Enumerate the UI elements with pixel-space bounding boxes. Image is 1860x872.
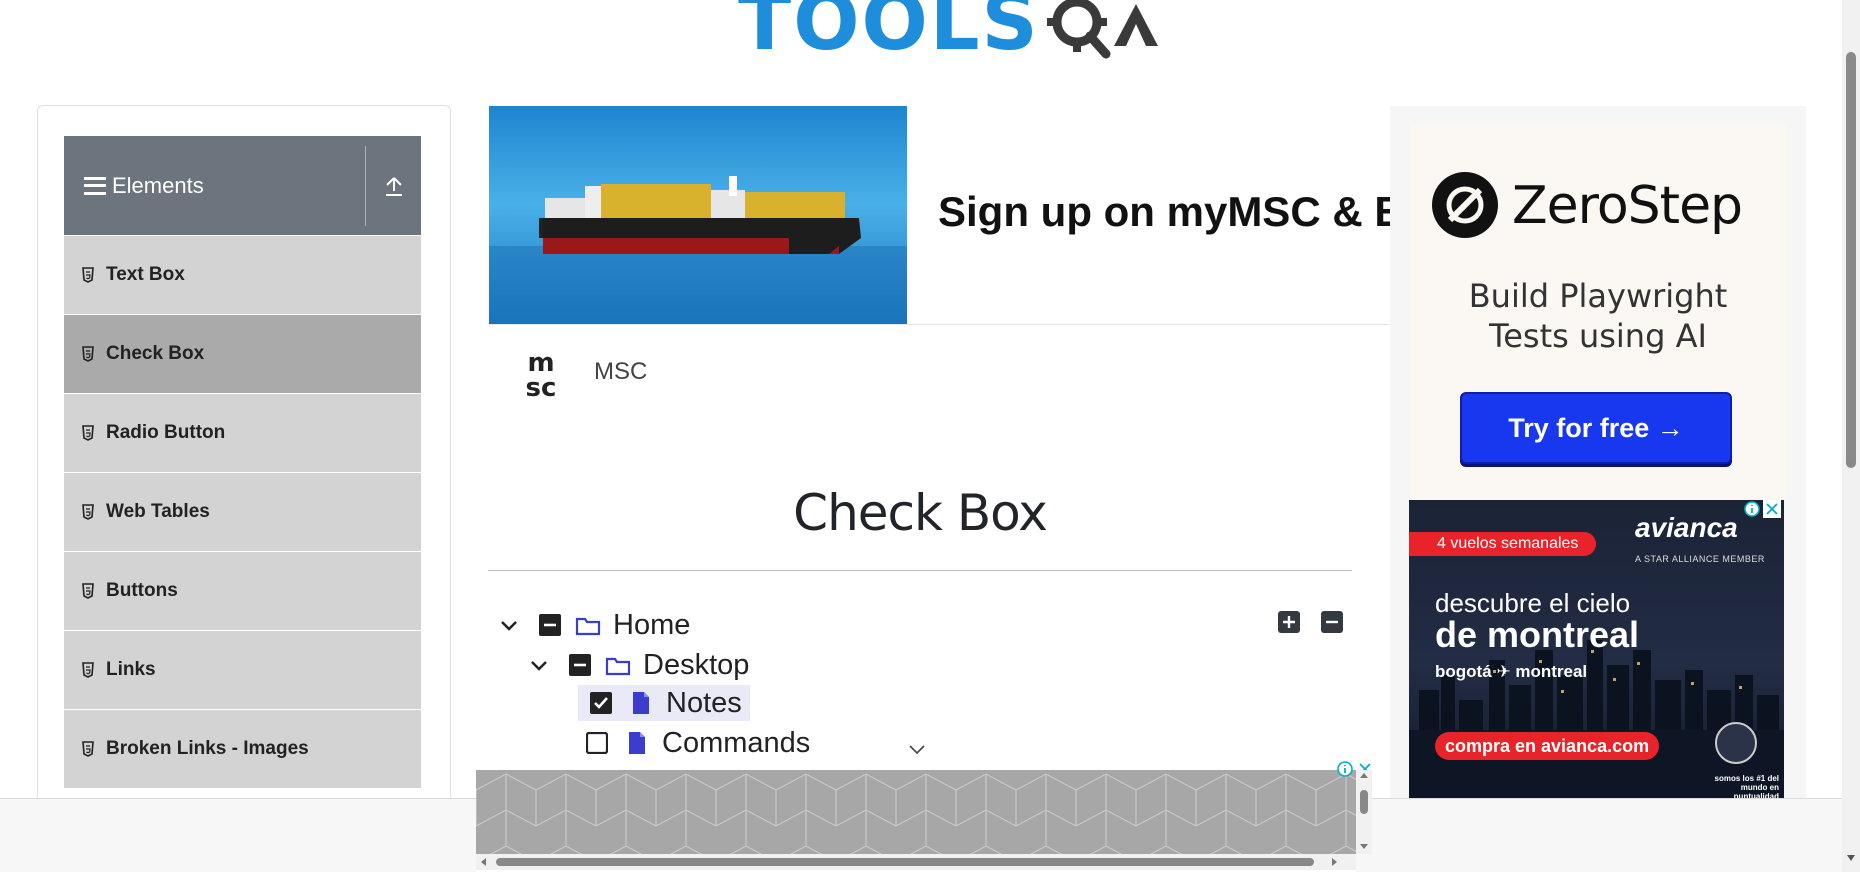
avianca-cta[interactable]: compra en avianca.com [1435, 732, 1660, 760]
sidebar-group-header[interactable]: Elements [64, 136, 421, 235]
html5-icon [82, 741, 94, 757]
sidebar-item-label: Broken Links - Images [106, 738, 309, 759]
gear-icon [1046, 0, 1111, 59]
checkbox-partial-icon[interactable] [539, 614, 561, 636]
checkbox-unchecked-icon[interactable] [586, 732, 608, 754]
collapse-group-button[interactable] [366, 175, 421, 197]
sidebar-item-label: Links [106, 659, 156, 680]
page-title: Check Box [793, 484, 1048, 542]
tree-node-home: Home [497, 607, 690, 643]
folder-icon [575, 617, 601, 636]
html5-icon [82, 583, 94, 599]
scroll-down-arrow-icon[interactable] [1845, 852, 1857, 864]
file-icon [633, 692, 649, 714]
award-seal-icon [1715, 722, 1757, 764]
logo-a-shape [1113, 4, 1158, 46]
plus-square-icon [1278, 611, 1300, 633]
msc-ad-headline[interactable]: Sign up on myMSC & B [938, 188, 1405, 236]
chevron-down-icon[interactable] [527, 653, 551, 677]
title-divider [488, 570, 1352, 571]
zerostep-tagline-line2: Tests using AI [1489, 317, 1707, 355]
tree-label-notes[interactable]: Notes [666, 687, 742, 720]
html5-icon [82, 504, 94, 520]
html5-icon [82, 662, 94, 678]
tree-node-notes: Notes [578, 685, 750, 721]
sidebar-group-title: Elements [112, 172, 204, 198]
sidebar-item-links[interactable]: Links [64, 631, 421, 710]
zerostep-tagline: Build Playwright Tests using AI [1410, 276, 1786, 356]
sidebar-item-check-box[interactable]: Check Box [64, 315, 421, 394]
cargo-ship-image [489, 176, 907, 324]
hexagon-pattern-image [476, 770, 1356, 854]
chevron-down-icon[interactable] [906, 738, 928, 760]
avianca-ad[interactable]: 4 vuelos semanales avianca A STAR ALLIAN… [1409, 500, 1784, 798]
page-scrollbar-thumb[interactable] [1846, 52, 1856, 468]
ad-info-icon[interactable] [1336, 760, 1354, 778]
checkbox-checked-icon[interactable] [590, 692, 612, 714]
sidebar-item-label: Text Box [106, 264, 185, 285]
collapse-all-button[interactable] [1320, 610, 1344, 634]
sidebar-item-web-tables[interactable]: Web Tables [64, 473, 421, 552]
ad-vertical-scrollbar[interactable] [1356, 770, 1372, 854]
avianca-brand: avianca [1635, 512, 1738, 543]
sidebar-item-label: Web Tables [106, 501, 210, 522]
zerostep-tagline-line1: Build Playwright [1468, 277, 1728, 315]
zerostep-brand: ZeroStep [1512, 176, 1743, 236]
html5-icon [82, 425, 94, 441]
expand-all-button[interactable] [1277, 610, 1301, 634]
avianca-alliance: A STAR ALLIANCE MEMBER [1635, 554, 1765, 564]
checkbox-partial-icon[interactable] [569, 654, 591, 676]
sidebar-item-label: Radio Button [106, 422, 226, 443]
avianca-headline-2: de montreal [1435, 614, 1640, 655]
ad-info-icon[interactable] [1743, 500, 1761, 518]
sidebar-item-label: Buttons [106, 580, 178, 601]
avianca-route: bogotá ✈ montreal [1435, 662, 1588, 681]
ad-close-icon[interactable] [1763, 500, 1781, 518]
chevron-down-icon[interactable] [497, 613, 521, 637]
sidebar-item-label: Check Box [106, 343, 205, 364]
scrollbar-parts [1360, 773, 1368, 849]
msc-advertiser-name[interactable]: MSC [594, 358, 647, 386]
zerostep-logo-icon [1432, 172, 1498, 238]
sidebar-item-text-box[interactable]: Text Box [64, 236, 421, 315]
sidebar-item-buttons[interactable]: Buttons [64, 552, 421, 631]
folder-icon [605, 657, 631, 676]
sidebar-menu: Text Box Check Box Radio Button Web Tabl… [64, 236, 421, 789]
toolsqa-logo[interactable]: TOOLS [738, 0, 1166, 62]
file-icon [629, 732, 645, 754]
minus-square-icon [1321, 611, 1343, 633]
avianca-footer: somos los #1 del mundo en puntualidad [1714, 774, 1779, 798]
ad-divider [489, 324, 1389, 325]
tree-label-commands[interactable]: Commands [662, 727, 810, 760]
msc-ad-image[interactable] [489, 106, 907, 324]
try-for-free-button[interactable]: Try for free → [1460, 392, 1732, 464]
tree-label-desktop[interactable]: Desktop [643, 649, 749, 682]
scrollbar-parts [481, 858, 1337, 866]
html5-icon [82, 346, 94, 362]
tree-node-commands: Commands [586, 725, 810, 761]
ad-horizontal-scrollbar[interactable] [476, 854, 1356, 870]
msc-logo: m sc [526, 348, 557, 398]
svg-text:sc: sc [526, 373, 557, 398]
sidebar-item-radio-button[interactable]: Radio Button [64, 394, 421, 473]
upload-icon [385, 176, 402, 196]
tree-label-home[interactable]: Home [613, 609, 690, 642]
avianca-flights-badge: 4 vuelos semanales [1409, 532, 1596, 556]
sidebar-item-broken-links[interactable]: Broken Links - Images [64, 710, 421, 789]
tree-node-desktop: Desktop [527, 647, 749, 683]
menu-icon [84, 176, 106, 195]
html5-icon [82, 267, 94, 283]
logo-text: TOOLS [738, 0, 1040, 68]
